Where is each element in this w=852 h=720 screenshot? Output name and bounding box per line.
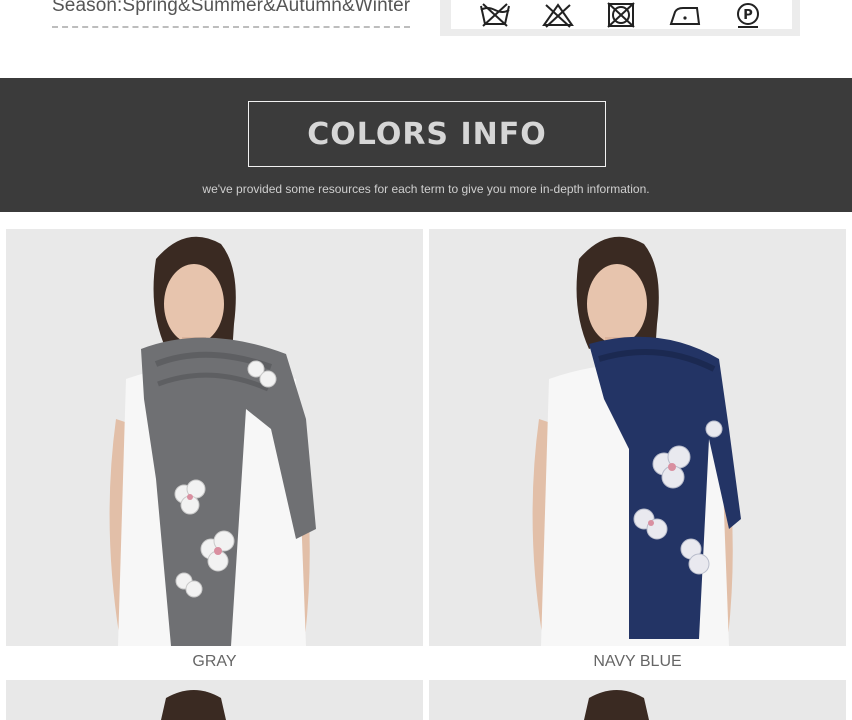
professional-dry-clean-icon: P (737, 2, 760, 28)
product-photo-gray[interactable] (6, 229, 423, 646)
season-text: Season:Spring&Summer&Autumn&Winter (52, 0, 411, 16)
banner-title: COLORS INFO (307, 116, 547, 152)
product-photo-next[interactable] (429, 680, 846, 720)
banner-title-frame: COLORS INFO (248, 101, 606, 167)
product-specs-strip: Season:Spring&Summer&Autumn&Winter P (0, 0, 852, 78)
do-not-wash-icon (479, 2, 510, 27)
color-name-label: GRAY (6, 646, 423, 678)
do-not-tumble-dry-icon (607, 1, 636, 28)
banner-subtitle: we've provided some resources for each t… (202, 182, 650, 196)
svg-text:P: P (743, 8, 753, 23)
color-name-label: NAVY BLUE (429, 646, 846, 678)
care-instructions-panel: P (440, 0, 800, 36)
do-not-bleach-icon (542, 2, 574, 28)
iron-low-icon (669, 6, 700, 25)
product-photo-navy-blue[interactable] (429, 229, 846, 646)
colors-info-banner: COLORS INFO we've provided some resource… (0, 78, 852, 212)
product-photo-next[interactable] (6, 680, 423, 720)
color-variants-grid: GRAY NAVY BLUE (0, 212, 852, 720)
dashed-divider (52, 26, 410, 28)
